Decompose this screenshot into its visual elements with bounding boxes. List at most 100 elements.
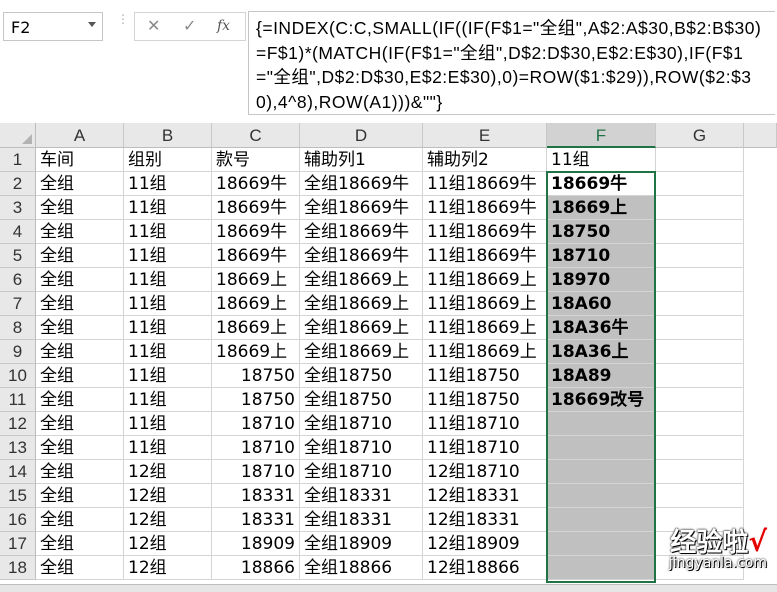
cell-g13[interactable] <box>656 436 744 460</box>
cell-c12[interactable]: 18710 <box>212 412 300 436</box>
cell-f12[interactable] <box>547 412 656 436</box>
cell-d16[interactable]: 全组18331 <box>300 508 423 532</box>
cell-g6[interactable] <box>656 268 744 292</box>
cell-g12[interactable] <box>656 412 744 436</box>
cell-c1[interactable]: 款号 <box>212 148 300 172</box>
cell-a8[interactable]: 全组 <box>36 316 124 340</box>
cell-e12[interactable]: 11组18710 <box>423 412 547 436</box>
cell-a4[interactable]: 全组 <box>36 220 124 244</box>
cell-d13[interactable]: 全组18710 <box>300 436 423 460</box>
row-header[interactable]: 18 <box>0 556 36 580</box>
cell-c3[interactable]: 18669牛 <box>212 196 300 220</box>
cell-d14[interactable]: 全组18710 <box>300 460 423 484</box>
cell-a17[interactable]: 全组 <box>36 532 124 556</box>
row-header[interactable]: 10 <box>0 364 36 388</box>
column-header-a[interactable]: A <box>36 123 124 148</box>
cell-c17[interactable]: 18909 <box>212 532 300 556</box>
cell-g7[interactable] <box>656 292 744 316</box>
cell-e8[interactable]: 11组18669上 <box>423 316 547 340</box>
cell-b1[interactable]: 组别 <box>124 148 212 172</box>
cell-b17[interactable]: 12组 <box>124 532 212 556</box>
cell-b11[interactable]: 11组 <box>124 388 212 412</box>
cell-a11[interactable]: 全组 <box>36 388 124 412</box>
cell-b15[interactable]: 12组 <box>124 484 212 508</box>
cell-b16[interactable]: 12组 <box>124 508 212 532</box>
cell-b2[interactable]: 11组 <box>124 172 212 196</box>
cell-d8[interactable]: 全组18669上 <box>300 316 423 340</box>
cell-e4[interactable]: 11组18669牛 <box>423 220 547 244</box>
row-header[interactable]: 11 <box>0 388 36 412</box>
cell-d7[interactable]: 全组18669上 <box>300 292 423 316</box>
cell-c14[interactable]: 18710 <box>212 460 300 484</box>
select-all-corner[interactable] <box>0 123 36 148</box>
cell-e16[interactable]: 12组18331 <box>423 508 547 532</box>
cell-e7[interactable]: 11组18669上 <box>423 292 547 316</box>
cell-c4[interactable]: 18669牛 <box>212 220 300 244</box>
cell-f10[interactable]: 18A89 <box>547 364 656 388</box>
cell-d9[interactable]: 全组18669上 <box>300 340 423 364</box>
cell-f15[interactable] <box>547 484 656 508</box>
cell-c9[interactable]: 18669上 <box>212 340 300 364</box>
row-header[interactable]: 14 <box>0 460 36 484</box>
column-header-b[interactable]: B <box>124 123 212 148</box>
cell-c11[interactable]: 18750 <box>212 388 300 412</box>
row-header[interactable]: 17 <box>0 532 36 556</box>
cell-f7[interactable]: 18A60 <box>547 292 656 316</box>
cell-f11[interactable]: 18669改号 <box>547 388 656 412</box>
cell-f14[interactable] <box>547 460 656 484</box>
cell-f4[interactable]: 18750 <box>547 220 656 244</box>
cell-g14[interactable] <box>656 460 744 484</box>
insert-function-icon[interactable]: fx <box>217 18 230 34</box>
cell-a13[interactable]: 全组 <box>36 436 124 460</box>
cell-f1[interactable]: 11组 <box>547 148 656 172</box>
cell-g8[interactable] <box>656 316 744 340</box>
cell-g11[interactable] <box>656 388 744 412</box>
cell-d6[interactable]: 全组18669上 <box>300 268 423 292</box>
cell-f13[interactable] <box>547 436 656 460</box>
row-header[interactable]: 2 <box>0 172 36 196</box>
cell-c15[interactable]: 18331 <box>212 484 300 508</box>
row-header[interactable]: 8 <box>0 316 36 340</box>
cell-g10[interactable] <box>656 364 744 388</box>
cell-d17[interactable]: 全组18909 <box>300 532 423 556</box>
cell-a7[interactable]: 全组 <box>36 292 124 316</box>
enter-icon[interactable]: ✓ <box>183 16 196 35</box>
cell-c8[interactable]: 18669上 <box>212 316 300 340</box>
cell-a12[interactable]: 全组 <box>36 412 124 436</box>
cell-a15[interactable]: 全组 <box>36 484 124 508</box>
cell-f8[interactable]: 18A36牛 <box>547 316 656 340</box>
row-header[interactable]: 1 <box>0 148 36 172</box>
cell-b6[interactable]: 11组 <box>124 268 212 292</box>
cell-b3[interactable]: 11组 <box>124 196 212 220</box>
cell-e2[interactable]: 11组18669牛 <box>423 172 547 196</box>
cell-f6[interactable]: 18970 <box>547 268 656 292</box>
row-header[interactable]: 13 <box>0 436 36 460</box>
cell-g4[interactable] <box>656 220 744 244</box>
cell-b12[interactable]: 11组 <box>124 412 212 436</box>
cell-e14[interactable]: 12组18710 <box>423 460 547 484</box>
row-header[interactable]: 6 <box>0 268 36 292</box>
cell-g3[interactable] <box>656 196 744 220</box>
cell-c2[interactable]: 18669牛 <box>212 172 300 196</box>
cell-b8[interactable]: 11组 <box>124 316 212 340</box>
formula-input[interactable]: {=INDEX(C:C,SMALL(IF((IF(F$1="全组",A$2:A$… <box>248 11 775 115</box>
cell-e18[interactable]: 12组18866 <box>423 556 547 580</box>
column-header-c[interactable]: C <box>212 123 300 148</box>
cell-b18[interactable]: 12组 <box>124 556 212 580</box>
cell-f5[interactable]: 18710 <box>547 244 656 268</box>
row-header[interactable]: 7 <box>0 292 36 316</box>
cell-c13[interactable]: 18710 <box>212 436 300 460</box>
cell-b13[interactable]: 11组 <box>124 436 212 460</box>
cell-d15[interactable]: 全组18331 <box>300 484 423 508</box>
cell-c18[interactable]: 18866 <box>212 556 300 580</box>
cell-f16[interactable] <box>547 508 656 532</box>
cell-b4[interactable]: 11组 <box>124 220 212 244</box>
cell-e15[interactable]: 12组18331 <box>423 484 547 508</box>
cell-c5[interactable]: 18669牛 <box>212 244 300 268</box>
cell-f3[interactable]: 18669上 <box>547 196 656 220</box>
cell-e3[interactable]: 11组18669牛 <box>423 196 547 220</box>
cell-d3[interactable]: 全组18669牛 <box>300 196 423 220</box>
cell-c16[interactable]: 18331 <box>212 508 300 532</box>
cell-e13[interactable]: 11组18710 <box>423 436 547 460</box>
cell-b10[interactable]: 11组 <box>124 364 212 388</box>
